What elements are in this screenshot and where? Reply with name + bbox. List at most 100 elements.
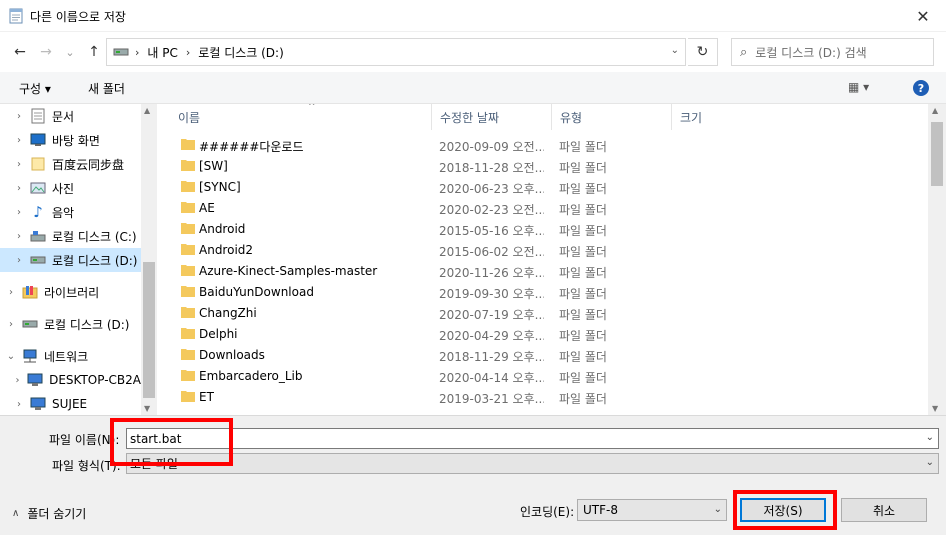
- file-date: 2020-11-26 오후...: [439, 266, 544, 280]
- nav-item-drive-d[interactable]: › 로컬 디스크 (D:): [0, 248, 141, 272]
- chevron-down-icon: ⌄: [65, 45, 75, 59]
- navigation-pane: › 문서 › 바탕 화면 › 百度云同步盘 › 사진 › ♪ 음악 › 로컬 디…: [0, 104, 157, 415]
- filetype-select[interactable]: 모든 파일 ⌄: [126, 453, 939, 474]
- chevron-right-icon[interactable]: ›: [12, 207, 26, 218]
- help-icon[interactable]: ?: [913, 80, 929, 96]
- search-input[interactable]: ⌕ 로컬 디스크 (D:) 검색: [731, 38, 934, 66]
- file-type: 파일 폴더: [559, 287, 607, 301]
- nav-item-drive-d-2[interactable]: › 로컬 디스크 (D:): [0, 312, 141, 336]
- file-date: 2020-09-09 오전...: [439, 140, 544, 154]
- nav-item-desktop[interactable]: › 바탕 화면: [0, 128, 141, 152]
- nav-item-label: 百度云同步盘: [52, 157, 125, 172]
- nav-item-pictures[interactable]: › 사진: [0, 176, 141, 200]
- breadcrumb-this-pc[interactable]: 내 PC: [147, 44, 177, 61]
- nav-scrollbar[interactable]: ▲ ▼: [141, 104, 157, 415]
- column-header-type[interactable]: 유형: [552, 104, 672, 130]
- encoding-label: 인코딩(E):: [520, 505, 575, 519]
- file-date: 2015-05-16 오후...: [439, 224, 544, 238]
- file-date: 2020-06-23 오후...: [439, 182, 544, 196]
- file-row[interactable]: Delphi 2020-04-29 오후... 파일 폴더: [174, 324, 928, 345]
- chevron-down-icon[interactable]: ⌄: [4, 351, 18, 362]
- column-header-size[interactable]: 크기: [672, 104, 772, 130]
- chevron-right-icon[interactable]: ›: [12, 183, 26, 194]
- chevron-right-icon[interactable]: ›: [12, 159, 26, 170]
- file-type: 파일 폴더: [559, 350, 607, 364]
- file-row[interactable]: Android 2015-05-16 오후... 파일 폴더: [174, 219, 928, 240]
- new-folder-button[interactable]: 새 폴더: [88, 80, 125, 97]
- chevron-right-icon[interactable]: ›: [12, 111, 26, 122]
- breadcrumb-drive-d[interactable]: 로컬 디스크 (D:): [198, 44, 283, 61]
- notepad-icon: [9, 8, 23, 24]
- cancel-button[interactable]: 취소: [841, 498, 927, 522]
- file-row[interactable]: Android2 2015-06-02 오전... 파일 폴더: [174, 240, 928, 261]
- scroll-down-icon[interactable]: ▼: [144, 404, 150, 413]
- scrollbar-thumb[interactable]: [931, 122, 943, 186]
- nav-item-documents[interactable]: › 문서: [0, 104, 141, 128]
- chevron-down-icon[interactable]: ⌄: [714, 504, 722, 515]
- file-date: 2020-02-23 오전...: [439, 203, 544, 217]
- nav-item-label: 음악: [52, 205, 75, 220]
- chevron-right-icon[interactable]: ›: [4, 319, 18, 330]
- file-row[interactable]: ChangZhi 2020-07-19 오후... 파일 폴더: [174, 303, 928, 324]
- chevron-right-icon[interactable]: ›: [12, 375, 23, 386]
- chevron-down-icon[interactable]: ⌄: [926, 457, 934, 468]
- nav-item-drive-c[interactable]: › 로컬 디스크 (C:): [0, 224, 141, 248]
- column-header-name[interactable]: 이름 ^: [170, 104, 432, 130]
- nav-item-baidu-sync[interactable]: › 百度云同步盘: [0, 152, 141, 176]
- music-icon: ♪: [33, 203, 43, 221]
- drive-d-icon: [30, 252, 46, 268]
- drive-icon: [113, 48, 129, 56]
- nav-item-libraries[interactable]: › 라이브러리: [0, 280, 141, 304]
- file-row[interactable]: ET 2019-03-21 오후... 파일 폴더: [174, 387, 928, 408]
- chevron-right-icon[interactable]: ›: [12, 255, 26, 266]
- file-row[interactable]: Downloads 2018-11-29 오후... 파일 폴더: [174, 345, 928, 366]
- file-date: 2018-11-28 오전...: [439, 161, 544, 175]
- chevron-right-icon[interactable]: ›: [12, 231, 26, 242]
- file-name: BaiduYunDownload: [199, 285, 314, 299]
- file-row[interactable]: Embarcadero_Lib 2020-04-14 오후... 파일 폴더: [174, 366, 928, 387]
- nav-item-desktop-cb2a[interactable]: › DESKTOP-CB2A: [0, 368, 141, 392]
- file-list: 이름 ^ 수정한 날짜 유형 크기 ######다운로드 2020-09-09 오…: [158, 104, 946, 415]
- file-row[interactable]: ######다운로드 2020-09-09 오전... 파일 폴더: [174, 135, 928, 156]
- nav-item-network[interactable]: ⌄ 네트워크: [0, 344, 141, 368]
- file-list-scrollbar[interactable]: ▲ ▼: [928, 104, 946, 415]
- view-options-button[interactable]: ▦ ▾: [848, 80, 869, 94]
- file-row[interactable]: BaiduYunDownload 2019-09-30 오후... 파일 폴더: [174, 282, 928, 303]
- back-button[interactable]: ←: [10, 42, 30, 62]
- close-button[interactable]: ✕: [900, 0, 946, 32]
- hide-folders-button[interactable]: ∧ 폴더 숨기기: [12, 505, 86, 522]
- forward-button[interactable]: →: [36, 42, 56, 62]
- recent-locations-button[interactable]: ⌄: [60, 42, 80, 62]
- organize-button[interactable]: 구성 ▾: [19, 80, 51, 97]
- chevron-right-icon[interactable]: ›: [4, 287, 18, 298]
- encoding-select[interactable]: UTF-8 ⌄: [577, 499, 727, 521]
- filename-input[interactable]: start.bat ⌄: [126, 428, 939, 449]
- scroll-down-icon[interactable]: ▼: [932, 404, 938, 413]
- file-row[interactable]: Azure-Kinect-Samples-master 2020-11-26 오후…: [174, 261, 928, 282]
- file-name: Delphi: [199, 327, 238, 341]
- file-date: 2018-11-29 오후...: [439, 350, 544, 364]
- address-bar[interactable]: › 내 PC › 로컬 디스크 (D:) ⌄: [106, 38, 686, 66]
- file-row[interactable]: [SYNC] 2020-06-23 오후... 파일 폴더: [174, 177, 928, 198]
- folder-icon: [181, 391, 195, 402]
- refresh-button[interactable]: ↻: [688, 38, 718, 66]
- chevron-right-icon[interactable]: ›: [12, 135, 26, 146]
- file-row[interactable]: [SW] 2018-11-28 오전... 파일 폴더: [174, 156, 928, 177]
- scroll-up-icon[interactable]: ▲: [932, 106, 938, 115]
- chevron-down-icon[interactable]: ⌄: [926, 432, 934, 443]
- nav-item-music[interactable]: › ♪ 음악: [0, 200, 141, 224]
- up-button[interactable]: ↑: [84, 42, 104, 62]
- drive-c-icon: [30, 228, 46, 244]
- file-type: 파일 폴더: [559, 245, 607, 259]
- scrollbar-thumb[interactable]: [143, 262, 155, 398]
- scroll-up-icon[interactable]: ▲: [144, 106, 150, 115]
- file-name: Embarcadero_Lib: [199, 369, 303, 383]
- nav-item-sujee[interactable]: › SUJEE: [0, 392, 141, 415]
- chevron-right-icon[interactable]: ›: [12, 399, 26, 410]
- nav-item-label: 바탕 화면: [52, 133, 100, 148]
- save-button[interactable]: 저장(S): [740, 498, 826, 522]
- chevron-down-icon[interactable]: ⌄: [671, 45, 679, 56]
- column-header-date[interactable]: 수정한 날짜: [432, 104, 552, 130]
- file-row[interactable]: AE 2020-02-23 오전... 파일 폴더: [174, 198, 928, 219]
- folder-icon: [181, 349, 195, 360]
